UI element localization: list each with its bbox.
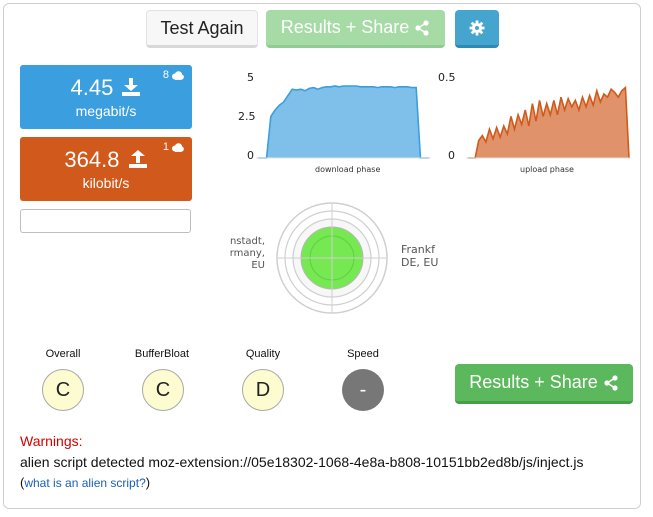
alien-script-help-link[interactable]: what is an alien script? xyxy=(24,476,145,490)
cloud-icon xyxy=(172,70,184,80)
download-streams: 8 xyxy=(163,69,184,81)
upload-streams: 1 xyxy=(163,141,184,153)
download-ytick-max: 5 xyxy=(247,71,254,84)
share-icon xyxy=(415,19,429,36)
upload-ytick-max: 0.5 xyxy=(438,71,456,84)
warning-message: alien script detected moz-extension://05… xyxy=(20,454,584,470)
upload-chart-area xyxy=(468,87,629,158)
grade-speed-label: Speed xyxy=(347,348,379,360)
download-ytick-mid: 2.5 xyxy=(238,110,256,123)
location-left-line-3: EU xyxy=(251,260,265,271)
warnings-title: Warnings: xyxy=(20,433,83,449)
upload-stream-count: 1 xyxy=(162,141,169,153)
download-icon xyxy=(122,78,141,96)
results-share-button[interactable]: Results + Share xyxy=(455,364,633,404)
location-right: Frankf DE, EU xyxy=(401,243,438,269)
upload-phase-label: upload phase xyxy=(520,165,574,174)
grade-quality-label: Quality xyxy=(245,348,281,360)
cloud-icon xyxy=(172,142,184,152)
upload-chart xyxy=(466,85,631,159)
grade-speed: - xyxy=(342,369,384,411)
download-chart-area xyxy=(258,86,429,158)
gear-icon xyxy=(469,20,485,35)
grade-bufferbloat: C xyxy=(142,369,184,411)
location-left-line-1: nstadt, xyxy=(229,236,265,247)
location-left: nstadt, rmany, EU xyxy=(225,236,265,272)
upload-icon xyxy=(128,150,147,168)
grade-overall: C xyxy=(42,369,84,411)
latency-target xyxy=(276,202,388,314)
status-field xyxy=(20,209,191,233)
upload-ytick-min: 0 xyxy=(448,149,455,162)
upload-unit: kilobit/s xyxy=(82,175,130,191)
results-share-label: Results + Share xyxy=(469,372,598,392)
upload-speed-box: 364.8 kilobit/s 1 xyxy=(20,137,192,201)
grade-overall-label: Overall xyxy=(45,348,81,360)
settings-button[interactable] xyxy=(455,10,499,48)
download-value: 4.45 xyxy=(70,75,114,100)
location-right-line-1: Frankf xyxy=(401,243,436,256)
share-icon xyxy=(604,374,618,391)
download-ytick-min: 0 xyxy=(247,149,254,162)
upload-value: 364.8 xyxy=(64,147,120,172)
warning-help-line: (what is an alien script?) xyxy=(20,475,150,490)
warning-link-suffix: ) xyxy=(145,475,151,490)
results-share-top-button[interactable]: Results + Share xyxy=(266,10,445,48)
test-again-button[interactable]: Test Again xyxy=(146,10,258,48)
download-stream-count: 8 xyxy=(162,69,169,81)
test-again-label: Test Again xyxy=(160,17,244,38)
results-share-top-label: Results + Share xyxy=(280,17,410,37)
grade-quality: D xyxy=(242,369,284,411)
download-unit: megabit/s xyxy=(75,103,137,119)
location-left-line-2: rmany, xyxy=(229,248,265,259)
download-phase-label: download phase xyxy=(315,165,381,174)
location-right-line-2: DE, EU xyxy=(401,256,439,269)
download-speed-box: 4.45 megabit/s 8 xyxy=(20,65,192,129)
download-chart xyxy=(256,85,431,159)
grade-bufferbloat-label: BufferBloat xyxy=(134,348,190,360)
